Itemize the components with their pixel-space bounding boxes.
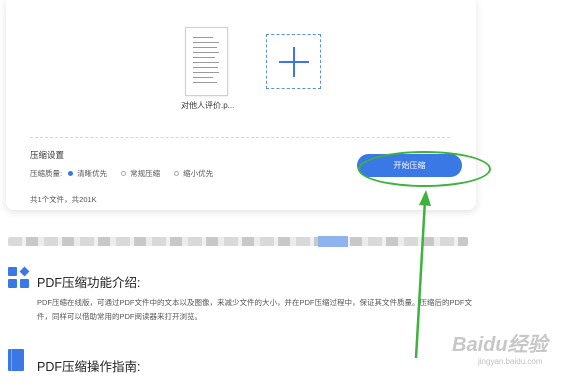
book-icon (8, 349, 24, 371)
annotation-ellipse (358, 151, 491, 187)
text-line (193, 72, 219, 73)
option-clarity-first[interactable]: 清晰优先 (68, 168, 107, 179)
divider (30, 137, 450, 138)
intro-title: PDF压缩功能介绍: (37, 276, 141, 290)
grid-square (20, 279, 29, 288)
watermark-text: Baidu经验 (452, 334, 548, 356)
grid-diamond (19, 266, 30, 277)
file-name: 对他人评价.p... (181, 101, 235, 110)
text-line (193, 82, 217, 83)
option-size-first[interactable]: 缩小优先 (174, 168, 213, 179)
radio-icon[interactable] (174, 171, 180, 176)
grid-square (8, 279, 17, 288)
option-label: 清晰优先 (77, 169, 108, 178)
quality-options: 压缩质量: 清晰优先 常规压缩 缩小优先 (30, 168, 227, 179)
watermark: Baidu经验 jingyan.baidu.com (430, 326, 562, 378)
quality-label: 压缩质量: (30, 169, 63, 178)
intro-description: PDF压缩在线版，可通过PDF文件中的文本以及图像，来减少文件的大小，并在PDF… (37, 298, 472, 321)
text-line (193, 77, 213, 78)
text-line (193, 47, 217, 48)
text-line (193, 67, 218, 68)
grid-square (8, 267, 17, 276)
text-line (193, 42, 219, 43)
add-file-button[interactable] (266, 34, 321, 89)
radio-selected-icon[interactable] (68, 171, 74, 176)
plus-icon-vertical (293, 47, 295, 77)
text-line (193, 57, 215, 58)
blurred-accent (318, 236, 348, 247)
option-label: 缩小优先 (183, 169, 214, 178)
guide-title: PDF压缩操作指南: (37, 360, 141, 374)
file-thumbnail[interactable] (185, 27, 228, 96)
watermark-sub: jingyan.baidu.com (478, 357, 543, 366)
feature-grid-icon (8, 266, 30, 289)
text-line (193, 37, 213, 38)
settings-title: 压缩设置 (30, 150, 65, 160)
file-count: 共1个文件，共201K (30, 195, 97, 204)
text-line (193, 62, 219, 63)
radio-icon[interactable] (121, 171, 127, 176)
option-label: 常规压缩 (130, 169, 161, 178)
option-normal-compress[interactable]: 常规压缩 (121, 168, 160, 179)
blurred-strip (8, 237, 468, 246)
text-line (193, 52, 219, 53)
